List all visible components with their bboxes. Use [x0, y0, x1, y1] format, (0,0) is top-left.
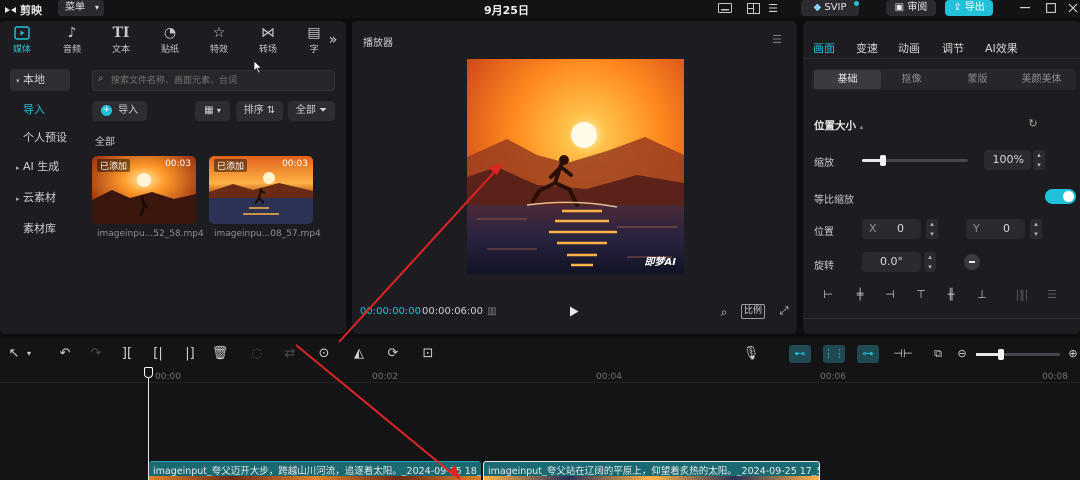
annotation-arrowhead: [489, 163, 503, 175]
annotation-arrows: [295, 163, 503, 480]
annotation-arrowhead: [448, 465, 461, 480]
annotation-arrow-to-preview: [338, 167, 499, 343]
annotation-arrow-to-clip: [295, 344, 456, 477]
